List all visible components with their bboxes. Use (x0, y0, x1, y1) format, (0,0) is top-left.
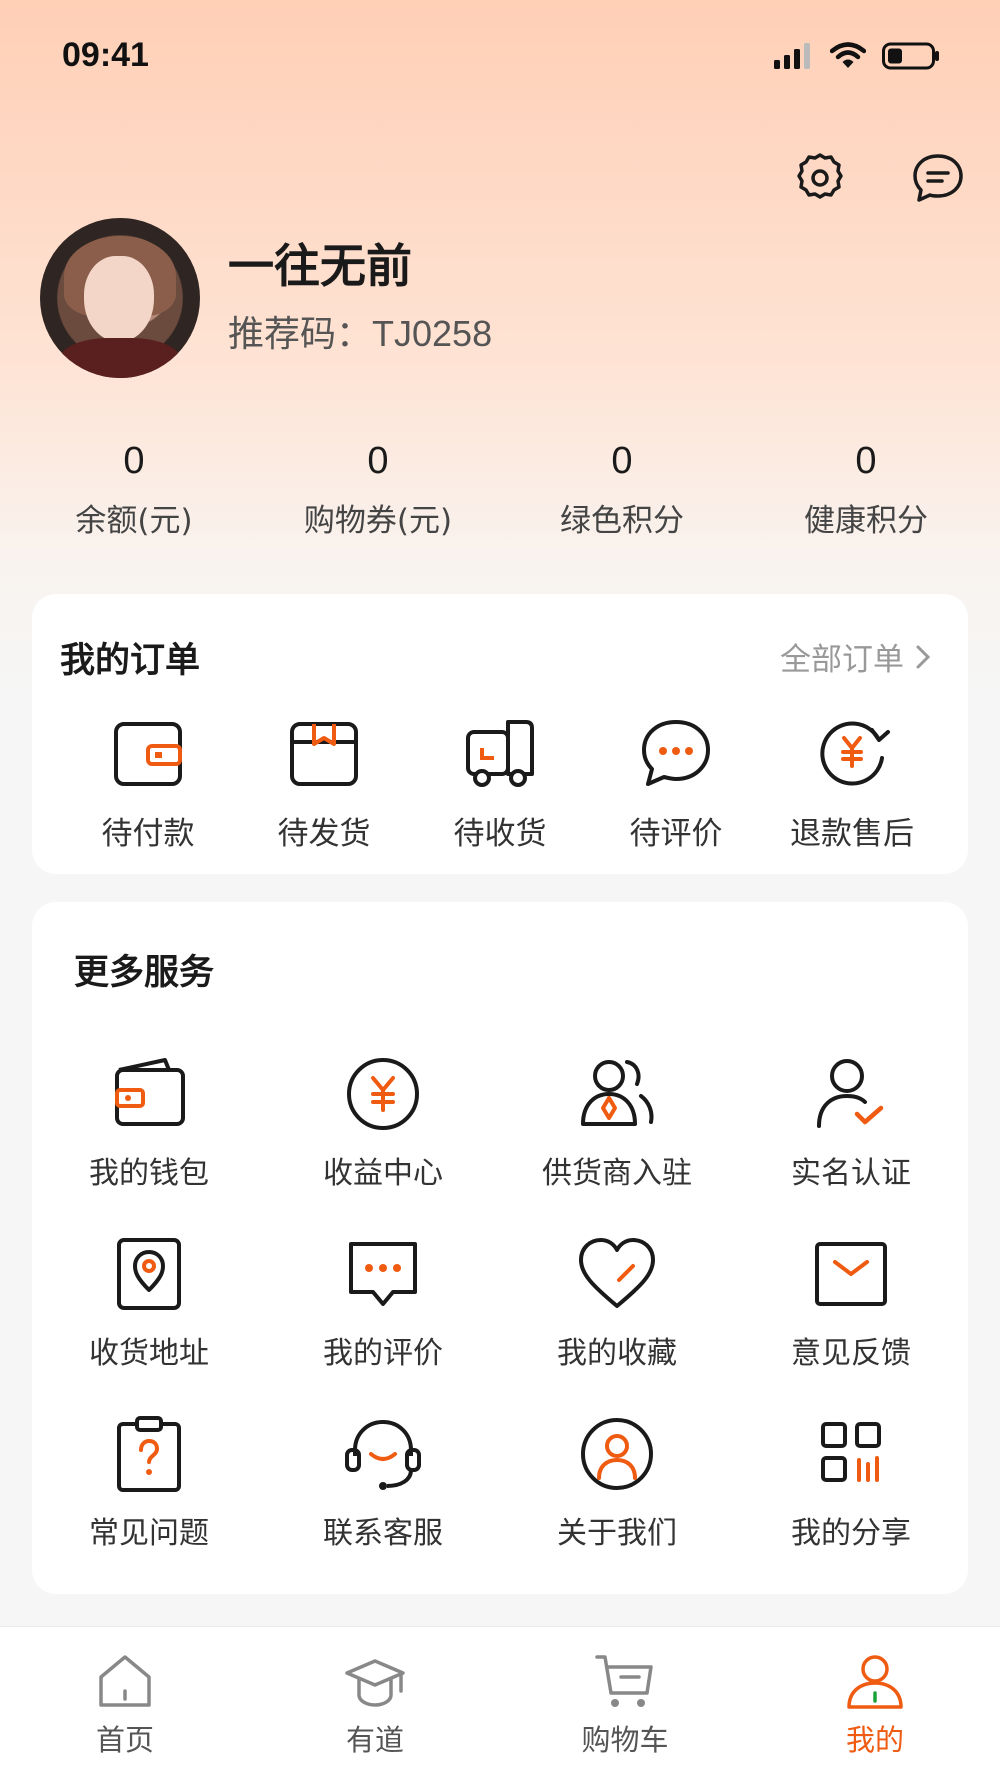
signal-icon (774, 43, 810, 69)
stat-health-points[interactable]: 0 健康积分 (746, 440, 986, 540)
gear-icon (797, 153, 843, 199)
order-pending-payment[interactable]: 待付款 (60, 714, 236, 853)
order-label: 待收货 (453, 816, 547, 852)
services-title: 更多服务 (74, 953, 215, 993)
service-address[interactable]: 收货地址 (32, 1232, 266, 1372)
refund-icon (820, 721, 890, 786)
heart-icon (579, 1238, 655, 1308)
referral-code-value: TJ0258 (372, 313, 493, 354)
service-label: 收益中心 (323, 1156, 443, 1191)
profile-icon (847, 1655, 903, 1709)
avatar[interactable] (40, 218, 200, 378)
bottom-tab-bar: 首页 有道 购物车 我的 (0, 1626, 1000, 1778)
order-pending-receipt[interactable]: 待收货 (412, 714, 588, 853)
all-orders-label: 全部订单 (780, 642, 904, 678)
stat-voucher[interactable]: 0 购物券(元) (258, 440, 498, 540)
service-about[interactable]: 关于我们 (500, 1412, 734, 1552)
service-support[interactable]: 联系客服 (266, 1412, 500, 1552)
yuan-coin-icon (347, 1058, 419, 1130)
settings-button[interactable] (790, 148, 850, 208)
tab-cart[interactable]: 购物车 (500, 1649, 750, 1759)
qr-share-icon (821, 1422, 881, 1482)
service-label: 我的评价 (323, 1336, 443, 1371)
service-feedback[interactable]: 意见反馈 (734, 1232, 968, 1372)
service-share[interactable]: 我的分享 (734, 1412, 968, 1552)
stat-value: 0 (367, 440, 389, 482)
service-wallet[interactable]: 我的钱包 (32, 1052, 266, 1192)
person-circle-icon (581, 1418, 653, 1490)
referral-code: 推荐码：TJ0258 (228, 305, 492, 357)
service-supplier[interactable]: 供货商入驻 (500, 1052, 734, 1192)
service-label: 我的收藏 (557, 1336, 677, 1371)
truck-icon (466, 720, 534, 787)
stat-label: 购物券(元) (303, 503, 453, 539)
service-label: 实名认证 (791, 1156, 911, 1191)
username: 一往无前 (228, 239, 412, 293)
order-label: 待发货 (277, 816, 371, 852)
status-time: 09:41 (62, 36, 149, 74)
all-orders-link[interactable]: 全部订单 (780, 634, 932, 679)
graduation-cap-icon (345, 1659, 405, 1707)
tab-label: 有道 (345, 1723, 404, 1757)
status-icons (774, 42, 940, 70)
service-label: 联系客服 (323, 1516, 443, 1551)
order-refund[interactable]: 退款售后 (764, 714, 940, 853)
wallet-icon (114, 722, 182, 786)
supplier-icon (581, 1060, 654, 1126)
tab-profile[interactable]: 我的 (750, 1649, 1000, 1759)
stat-label: 绿色积分 (560, 503, 684, 539)
order-pending-review[interactable]: 待评价 (588, 714, 764, 853)
envelope-icon (815, 1242, 887, 1306)
tab-label: 首页 (95, 1723, 154, 1757)
tab-home[interactable]: 首页 (0, 1649, 250, 1759)
referral-label: 推荐码： (228, 314, 373, 355)
chevron-right-icon (916, 645, 931, 668)
stat-label: 余额(元) (75, 503, 193, 539)
location-pin-icon (117, 1238, 181, 1310)
user-check-icon (817, 1059, 884, 1128)
service-label: 常见问题 (89, 1516, 209, 1551)
battery-icon (882, 42, 939, 70)
message-icon (913, 154, 963, 202)
service-label: 意见反馈 (791, 1336, 911, 1371)
stat-value: 0 (123, 440, 145, 482)
service-label: 关于我们 (557, 1516, 677, 1551)
message-button[interactable] (908, 148, 968, 208)
tab-label: 我的 (845, 1723, 904, 1757)
service-label: 供货商入驻 (542, 1156, 692, 1191)
tab-youdao[interactable]: 有道 (250, 1649, 500, 1759)
stat-value: 0 (611, 440, 633, 482)
order-label: 待付款 (101, 816, 195, 852)
service-reviews[interactable]: 我的评价 (266, 1232, 500, 1372)
service-label: 我的分享 (791, 1516, 911, 1551)
order-label: 退款售后 (790, 816, 914, 852)
headset-icon (345, 1419, 421, 1490)
service-earnings[interactable]: 收益中心 (266, 1052, 500, 1192)
orders-card: 我的订单 全部订单 待付款 待发货 待收货 待评价 退款售后 (32, 594, 968, 874)
tab-label: 购物车 (581, 1723, 669, 1757)
comment-icon (349, 1242, 417, 1306)
question-clipboard-icon (117, 1416, 181, 1492)
order-label: 待评价 (629, 816, 723, 852)
orders-title: 我的订单 (60, 641, 201, 681)
service-faq[interactable]: 常见问题 (32, 1412, 266, 1552)
service-verification[interactable]: 实名认证 (734, 1052, 968, 1192)
service-label: 收货地址 (89, 1336, 209, 1371)
status-bar: 09:41 (0, 0, 1000, 120)
cart-icon (595, 1655, 653, 1707)
box-icon (290, 722, 358, 786)
chat-bubble-icon (642, 720, 710, 786)
service-favorites[interactable]: 我的收藏 (500, 1232, 734, 1372)
stat-balance[interactable]: 0 余额(元) (14, 440, 254, 540)
order-pending-shipment[interactable]: 待发货 (236, 714, 412, 853)
home-icon (99, 1655, 151, 1707)
stat-label: 健康积分 (804, 503, 928, 539)
service-label: 我的钱包 (89, 1156, 209, 1191)
services-card: 更多服务 我的钱包 收益中心 供货商入驻 实名认证 收货地址 我的评价 我的收藏… (32, 902, 968, 1594)
wifi-icon (830, 42, 866, 68)
stats-row: 0 余额(元) 0 购物券(元) 0 绿色积分 0 健康积分 (0, 440, 1000, 550)
stat-green-points[interactable]: 0 绿色积分 (502, 440, 742, 540)
stat-value: 0 (855, 440, 877, 482)
wallet-icon (115, 1058, 185, 1126)
